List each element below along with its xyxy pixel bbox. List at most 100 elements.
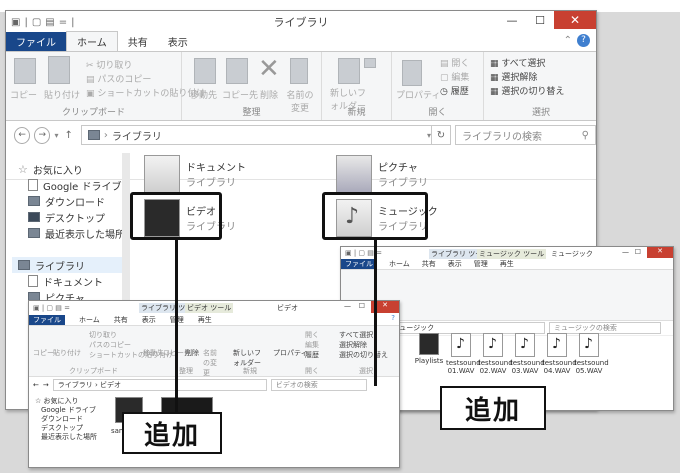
music-tab-view[interactable]: 表示 — [448, 259, 462, 269]
select-all-button[interactable]: ▦ すべて選択 — [490, 56, 545, 69]
copy-path-button[interactable]: ▤ パスのコピー — [86, 72, 151, 85]
video-forward-button[interactable]: → — [43, 381, 49, 389]
tab-file[interactable]: ファイル — [6, 32, 66, 51]
video-maximize-button[interactable]: ☐ — [359, 302, 365, 310]
back-button[interactable]: ← — [14, 126, 31, 144]
music-maximize-button[interactable]: ☐ — [635, 248, 641, 256]
move-to-icon[interactable] — [194, 58, 216, 84]
edit-button[interactable]: ▢ 編集 — [440, 70, 469, 83]
invert-selection-label: 選択の切り替え — [501, 87, 565, 97]
address-bar[interactable]: › ライブラリ ▾ — [80, 125, 432, 145]
recent-locations-icon[interactable]: ▾ — [54, 131, 58, 140]
music-tab-file[interactable]: ファイル — [341, 259, 377, 269]
video-copy-path-button[interactable]: パスのコピー — [89, 340, 131, 350]
video-nav-google-drive[interactable]: Google ドライブ — [35, 406, 97, 415]
video-help-icon[interactable]: ? — [391, 314, 395, 322]
music-tab-home[interactable]: ホーム — [389, 259, 410, 269]
cut-button[interactable]: ✂ 切り取り — [86, 58, 132, 71]
music-file-playlists[interactable]: Playlists — [412, 333, 446, 365]
video-properties-button[interactable]: プロパティ — [273, 348, 308, 358]
open-button[interactable]: ▤ 開く — [440, 56, 469, 69]
video-history-button[interactable]: 履歴 — [305, 350, 319, 360]
search-input[interactable]: ライブラリの検索 ⚲ — [454, 125, 596, 145]
video-select-none-button[interactable]: 選択解除 — [339, 340, 367, 350]
video-new-folder-button[interactable]: 新しいフォルダー — [233, 348, 263, 368]
nav-desktop[interactable]: デスクトップ — [18, 209, 128, 225]
video-cut-button[interactable]: 切り取り — [89, 330, 117, 340]
paste-button[interactable]: 貼り付け — [44, 88, 80, 101]
video-tab-play[interactable]: 再生 — [198, 315, 212, 325]
invert-selection-button[interactable]: ▦ 選択の切り替え — [490, 84, 564, 97]
properties-button[interactable]: プロパティ — [396, 88, 440, 101]
video-paste-button[interactable]: 貼り付け — [53, 348, 81, 358]
video-tab-file[interactable]: ファイル — [29, 314, 65, 325]
video-nav-downloads[interactable]: ダウンロード — [35, 415, 97, 424]
nav-downloads[interactable]: ダウンロード — [18, 193, 128, 209]
up-button[interactable]: ↑ — [64, 130, 72, 141]
history-button[interactable]: ◷ 履歴 — [440, 84, 469, 97]
refresh-button[interactable]: ↻ — [431, 125, 451, 145]
copy-icon[interactable] — [14, 58, 36, 84]
music-minimize-button[interactable]: — — [622, 248, 629, 256]
video-qat[interactable]: ▣ | ▢ ▤ = — [33, 304, 70, 312]
delete-button[interactable]: 削除 — [260, 88, 278, 101]
paste-icon[interactable] — [48, 56, 70, 84]
video-search-input[interactable]: ビデオの検索 — [270, 379, 367, 391]
properties-big-icon[interactable] — [402, 60, 422, 86]
music-tab-share[interactable]: 共有 — [422, 259, 436, 269]
nav-favorites[interactable]: ☆ お気に入り — [18, 161, 128, 177]
video-minimize-button[interactable]: — — [344, 302, 351, 310]
music-close-button[interactable]: ✕ — [647, 247, 673, 258]
expand-ribbon-icon[interactable]: ⌃ — [564, 35, 572, 46]
music-file-04[interactable]: testsound 04.WAV — [542, 333, 577, 375]
nav-libraries[interactable]: ライブラリ — [12, 257, 128, 273]
video-delete-button[interactable]: 削除 — [185, 348, 199, 358]
video-tab-view[interactable]: 表示 — [142, 315, 156, 325]
library-documents[interactable]: ドキュメント ライブラリ — [144, 155, 246, 193]
select-none-button[interactable]: ▦ 選択解除 — [490, 70, 537, 83]
video-rename-button[interactable]: 名前の変更 — [203, 348, 223, 378]
delete-icon[interactable]: ✕ — [258, 54, 280, 84]
tab-share[interactable]: 共有 — [118, 32, 158, 51]
video-tab-share[interactable]: 共有 — [114, 315, 128, 325]
video-move-to-button[interactable]: 移動先 — [143, 348, 164, 358]
move-to-button[interactable]: 移動先 — [190, 88, 217, 101]
new-item-icon[interactable] — [364, 58, 376, 68]
music-file-05[interactable]: testsound 05.WAV — [574, 333, 609, 375]
tab-view[interactable]: 表示 — [158, 32, 198, 51]
address-dropdown-icon[interactable]: ▾ — [427, 131, 431, 140]
close-button[interactable]: ✕ — [554, 11, 596, 29]
nav-google-drive[interactable]: Google ドライブ — [18, 177, 128, 193]
copy-to-icon[interactable] — [226, 58, 248, 84]
tab-home[interactable]: ホーム — [66, 31, 118, 51]
video-nav-desktop[interactable]: デスクトップ — [35, 424, 97, 433]
copy-button[interactable]: コピー — [10, 88, 37, 101]
library-pictures[interactable]: ピクチャ ライブラリ — [336, 155, 428, 193]
video-back-button[interactable]: ← — [33, 381, 39, 389]
music-file-03[interactable]: testsound 03.WAV — [510, 333, 545, 375]
music-tab-manage[interactable]: 管理 — [474, 259, 488, 269]
video-nav-favorites[interactable]: ☆ お気に入り — [35, 397, 97, 406]
music-tab-play[interactable]: 再生 — [500, 259, 514, 269]
minimize-button[interactable]: — — [498, 11, 526, 29]
video-edit-button[interactable]: 編集 — [305, 340, 319, 350]
new-folder-big-icon[interactable] — [338, 58, 360, 84]
video-address-bar[interactable]: ライブラリ › ビデオ — [52, 379, 267, 391]
forward-button[interactable]: → — [34, 126, 51, 144]
nav-recent-places[interactable]: 最近表示した場所 — [18, 225, 128, 241]
video-open-button[interactable]: 開く — [305, 330, 319, 340]
search-icon[interactable]: ⚲ — [582, 130, 589, 141]
copy-to-button[interactable]: コピー先 — [222, 88, 258, 101]
maximize-button[interactable]: ☐ — [526, 11, 554, 29]
music-file-02[interactable]: testsound 02.WAV — [478, 333, 513, 375]
video-copy-button[interactable]: コピー — [33, 348, 54, 358]
nav-documents[interactable]: ドキュメント — [18, 273, 128, 289]
video-select-all-button[interactable]: すべて選択 — [339, 330, 373, 340]
nav-scrollbar[interactable] — [122, 153, 130, 303]
video-nav-recent[interactable]: 最近表示した場所 — [35, 433, 97, 442]
help-icon[interactable]: ? — [577, 34, 590, 47]
rename-icon[interactable] — [290, 58, 308, 84]
music-file-01[interactable]: testsound 01.WAV — [446, 333, 481, 375]
video-invert-button[interactable]: 選択の切り替え — [339, 350, 388, 360]
video-tab-home[interactable]: ホーム — [79, 315, 100, 325]
